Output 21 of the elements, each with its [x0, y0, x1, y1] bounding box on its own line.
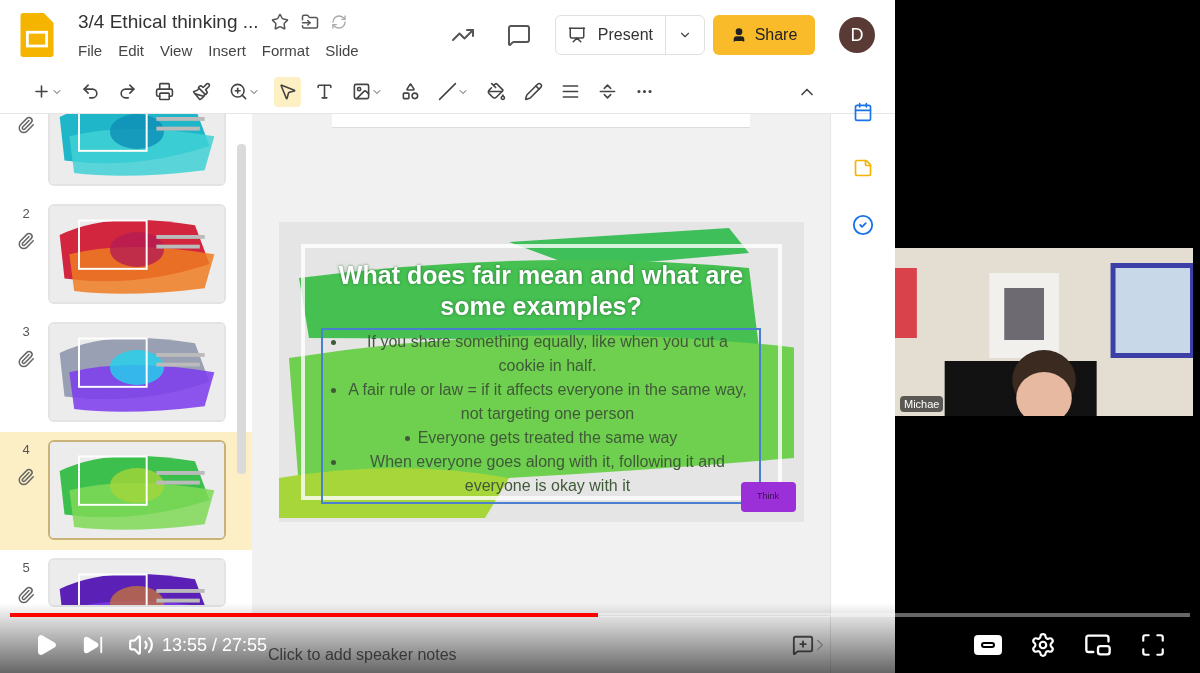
document-title[interactable]: 3/4 Ethical thinking ... — [78, 7, 259, 36]
menu-item[interactable]: File — [78, 40, 103, 63]
bullet-text: A fair rule or law = if it affects everyone in the same way, not targeting one person — [347, 379, 748, 424]
slide-number: 5 — [22, 559, 30, 577]
menu-item[interactable]: Format — [261, 40, 310, 63]
slide-number: 3 — [22, 323, 30, 341]
slide-thumbnail[interactable]: 4 — [0, 432, 252, 550]
menu-item[interactable]: Edit — [118, 40, 145, 63]
slide-number: 4 — [22, 441, 30, 459]
menu-item[interactable]: View — [160, 40, 193, 63]
menu-item[interactable]: Slide — [325, 40, 359, 63]
avatar[interactable]: D — [839, 17, 875, 53]
menu-item[interactable]: Insert — [208, 40, 246, 63]
speaker-notes-placeholder[interactable]: Click to add speaker notes — [268, 642, 457, 667]
time-display: 13:55 / 27:55 — [162, 633, 268, 657]
bullet-text: Everyone gets treated the same way — [417, 427, 678, 448]
present-button[interactable]: Present — [554, 15, 705, 55]
slide-title: What does fair mean and what are some examples? — [337, 259, 745, 322]
participant-name: Michae — [900, 395, 944, 412]
share-button[interactable]: Share — [713, 15, 815, 55]
slide-number: 2 — [22, 205, 30, 223]
